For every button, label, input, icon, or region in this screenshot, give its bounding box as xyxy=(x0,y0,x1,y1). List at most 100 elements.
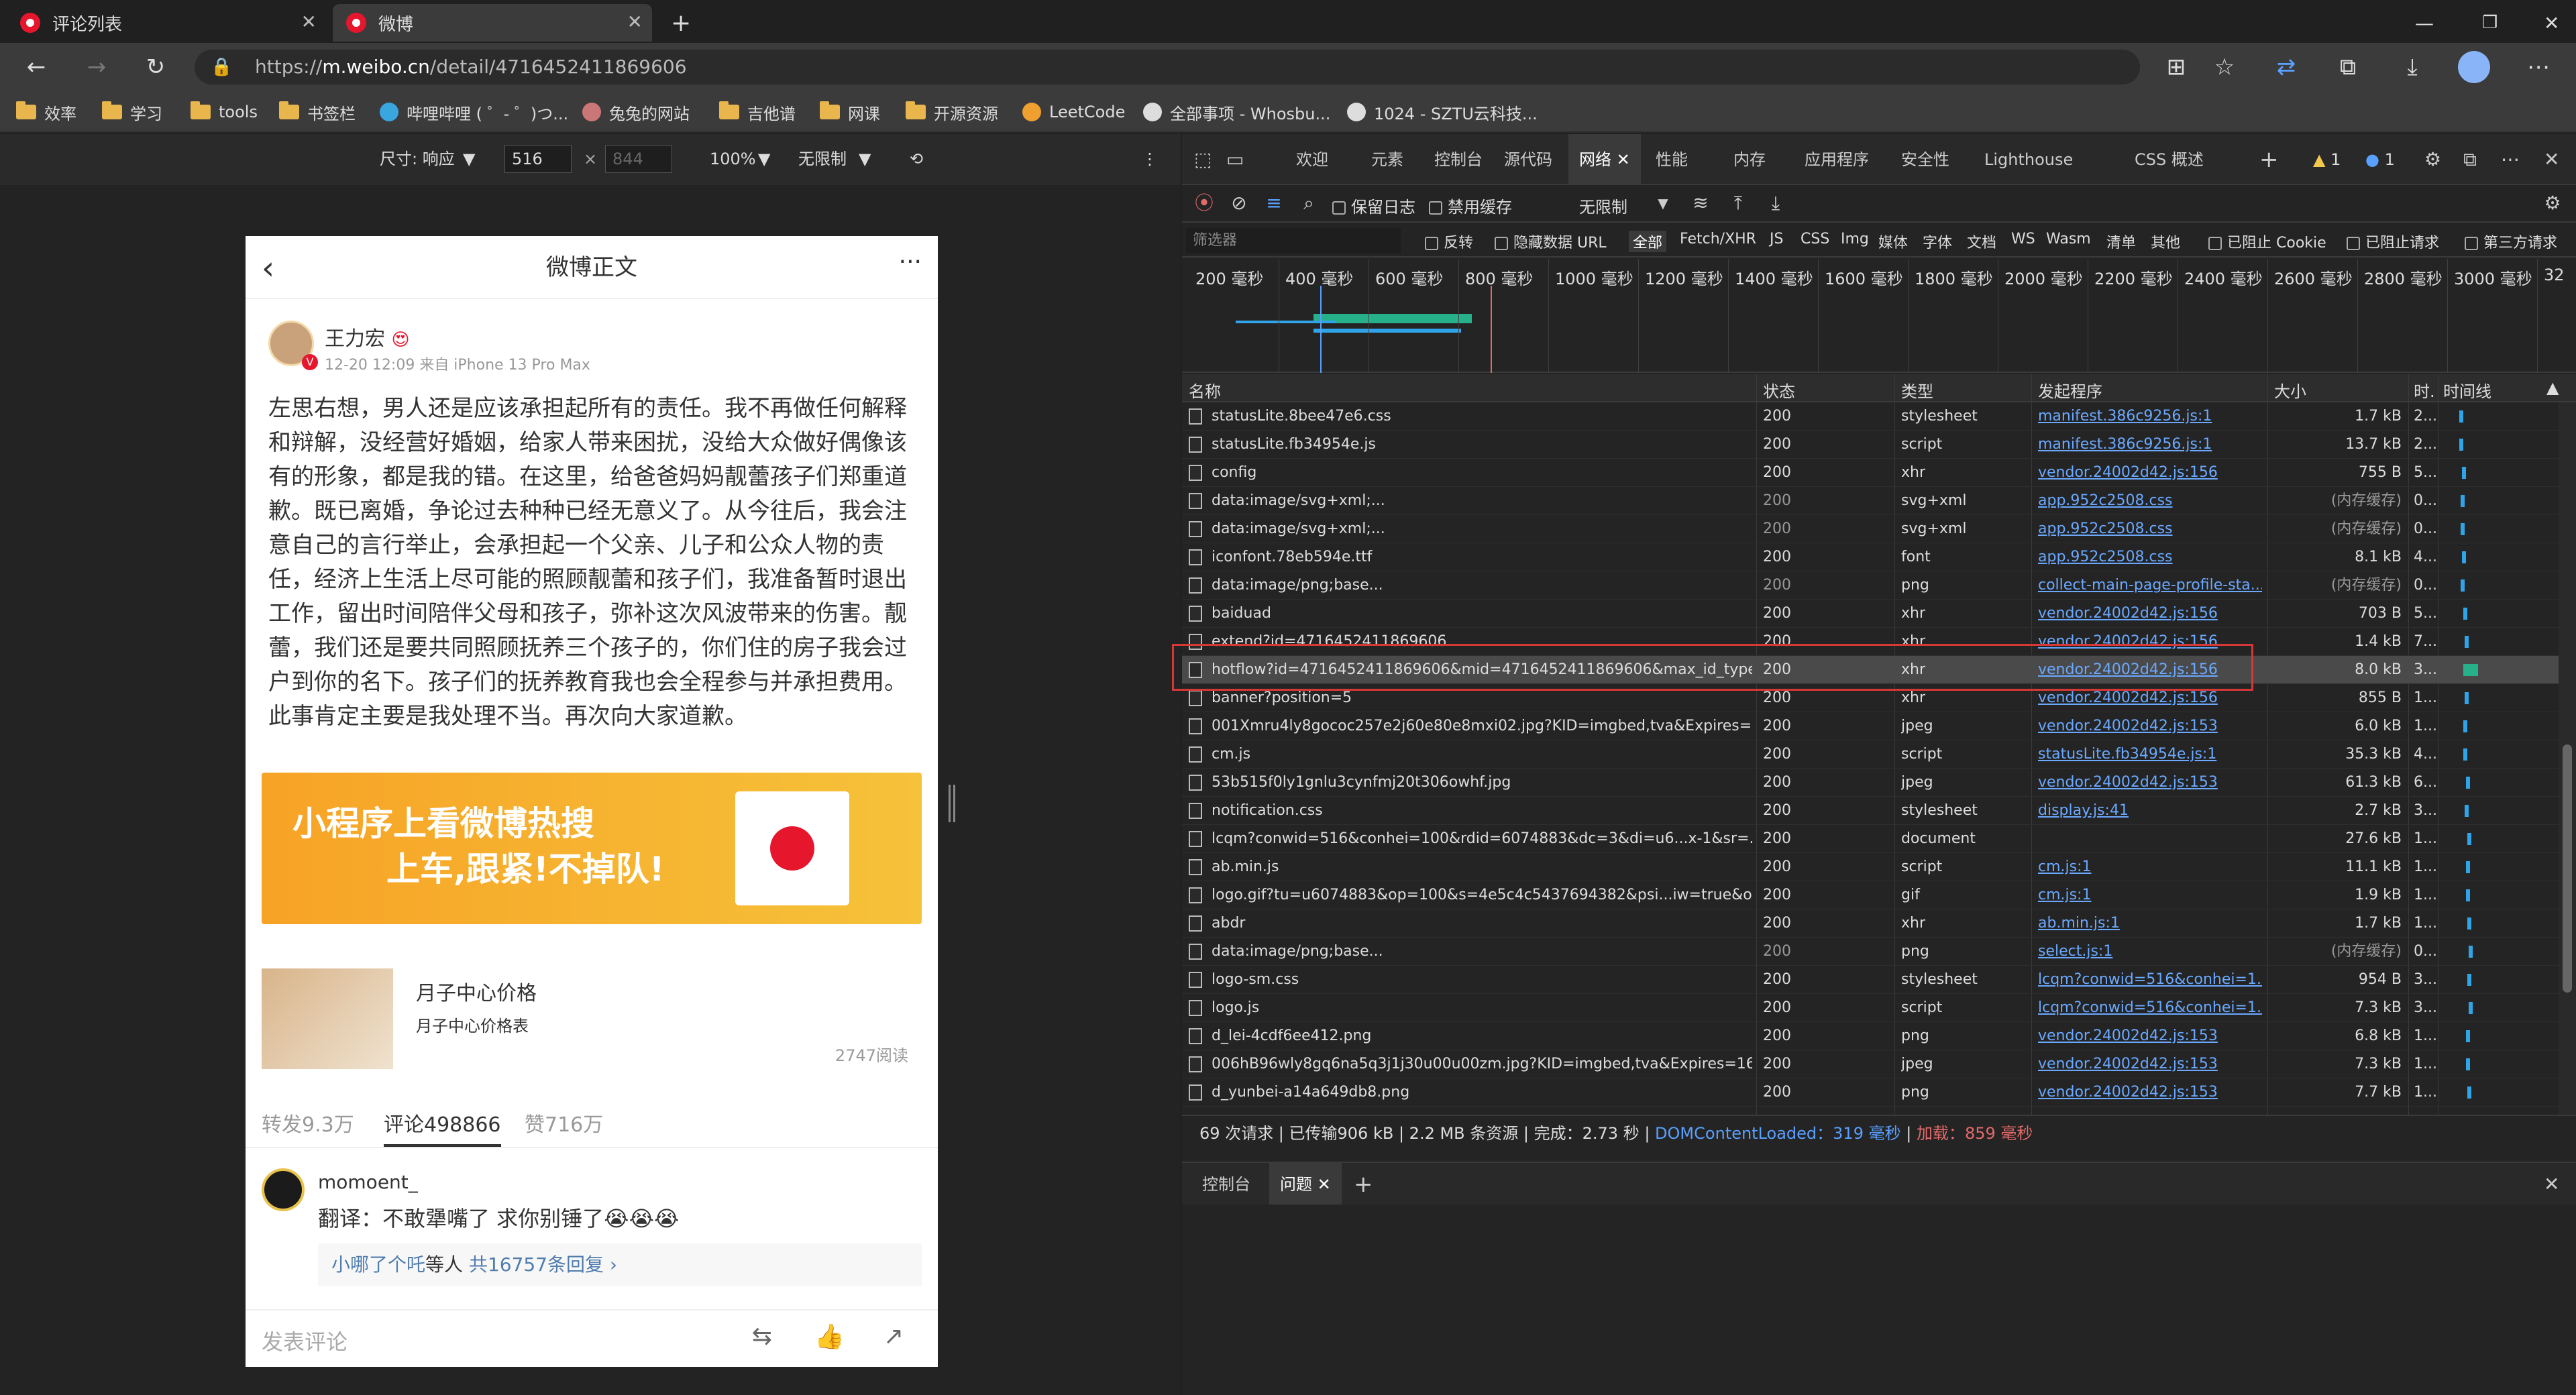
cell-initiator[interactable]: vendor.24002d42.js:156 xyxy=(2038,600,2262,628)
forward-button[interactable]: → xyxy=(80,51,113,83)
sort-up-icon[interactable]: ▲ xyxy=(2546,378,2559,397)
table-row[interactable]: data:image/svg+xml;... 200 svg+xml app.952c… xyxy=(1182,515,2559,543)
filter-js[interactable]: JS xyxy=(1770,231,1783,247)
bookmark-link[interactable]: 全部事项 - Whosbu... xyxy=(1143,97,1330,127)
filter-ws[interactable]: WS xyxy=(2011,231,2035,247)
message-icon[interactable]: ● 1 xyxy=(2365,134,2395,185)
cell-initiator[interactable]: lcqm?conwid=516&conhei=1... xyxy=(2038,994,2262,1022)
col-size[interactable]: 大小 xyxy=(2274,378,2306,402)
tab-elements[interactable]: 元素 xyxy=(1371,134,1403,185)
cell-initiator-text[interactable]: collect-main-page-profile-sta... xyxy=(2038,577,2262,594)
cell-initiator[interactable]: vendor.24002d42.js:153 xyxy=(2038,1078,2262,1107)
cell-initiator-text[interactable]: app.952c2508.css xyxy=(2038,520,2173,537)
device-toggle-icon[interactable]: ▭ xyxy=(1226,134,1244,185)
filter-other[interactable]: 其他 xyxy=(2151,231,2180,252)
filter-doc[interactable]: 文档 xyxy=(1967,231,1996,252)
cell-initiator-text[interactable]: display.js:41 xyxy=(2038,802,2129,819)
close-icon[interactable]: ✕ xyxy=(301,11,317,33)
add-drawer-tab-icon[interactable]: + xyxy=(1354,1163,1373,1206)
tab-console[interactable]: 控制台 xyxy=(1434,134,1483,185)
cell-initiator-text[interactable]: statusLite.fb34954e.js:1 xyxy=(2038,746,2216,763)
tab-comment-list[interactable]: 评论列表 ✕ xyxy=(7,4,326,42)
table-row[interactable]: notification.css 200 stylesheet display.js:… xyxy=(1182,797,2559,825)
table-row[interactable]: data:image/png;base... 200 png collect-main… xyxy=(1182,571,2559,600)
filter-fetch-xhr[interactable]: Fetch/XHR xyxy=(1680,231,1756,247)
cell-initiator[interactable]: statusLite.fb34954e.js:1 xyxy=(2038,740,2262,769)
bookmark-link[interactable]: LeetCode xyxy=(1022,97,1125,127)
repost-icon[interactable]: ⇆ xyxy=(747,1323,777,1352)
col-waterfall[interactable]: 时间线 xyxy=(2443,378,2491,402)
bookmark-folder[interactable]: 书签栏 xyxy=(279,97,356,127)
blocked-cookies-checkbox[interactable]: 已阻止 Cookie xyxy=(2208,231,2326,252)
add-tab-icon[interactable]: + xyxy=(2259,134,2279,185)
bookmark-folder[interactable]: 吉他谱 xyxy=(719,97,796,127)
lock-icon[interactable]: 🔒 xyxy=(211,50,232,85)
cell-initiator[interactable]: ab.min.js:1 xyxy=(2038,909,2262,938)
cell-initiator-text[interactable]: vendor.24002d42.js:153 xyxy=(2038,1084,2218,1101)
tab-security[interactable]: 安全性 xyxy=(1901,134,1949,185)
blocked-requests-checkbox[interactable]: 已阻止请求 xyxy=(2347,231,2439,252)
import-icon[interactable]: ⤒ xyxy=(1727,192,1750,215)
device-size-select[interactable]: 尺寸: 响应 xyxy=(380,145,455,173)
filter-input[interactable]: 筛选器 xyxy=(1186,228,1401,254)
tab-performance[interactable]: 性能 xyxy=(1656,134,1688,185)
more-options-icon[interactable]: ⋮ xyxy=(1142,145,1158,173)
filter-img[interactable]: Img xyxy=(1841,231,1869,247)
restore-button[interactable]: ❐ xyxy=(2469,4,2511,42)
table-row[interactable]: cm.js 200 script statusLite.fb34954e.js:1 35… xyxy=(1182,740,2559,769)
cell-initiator-text[interactable]: vendor.24002d42.js:153 xyxy=(2038,1027,2218,1044)
inspect-icon[interactable]: ⬚ xyxy=(1194,134,1212,185)
cell-initiator[interactable]: app.952c2508.css xyxy=(2038,487,2262,515)
reply-count[interactable]: 共16757条回复 › xyxy=(469,1253,617,1276)
close-window-button[interactable]: ✕ xyxy=(2530,4,2573,42)
tab-memory[interactable]: 内存 xyxy=(1733,134,1766,185)
gear-icon[interactable]: ⚙ xyxy=(2424,134,2441,185)
tab-network[interactable]: 网络 ✕ xyxy=(1568,134,1641,185)
comments-tab[interactable]: 评论498866 xyxy=(384,1108,501,1147)
table-row[interactable]: 001Xmru4ly8gococ257e2j60e80e8mxi02.jpg?K… xyxy=(1182,712,2559,740)
url-input[interactable]: 🔒 https://m.weibo.cn/detail/471645241186… xyxy=(195,50,2140,85)
tab-css-overview[interactable]: CSS 概述 xyxy=(2135,134,2204,185)
filter-css[interactable]: CSS xyxy=(1801,231,1829,247)
timeline-overview[interactable]: 200 毫秒 400 毫秒 600 毫秒 800 毫秒 1000 毫秒 1200 毫秒 14… xyxy=(1182,259,2576,373)
bookmark-link[interactable]: 1024 - SZTU云科技... xyxy=(1347,97,1538,127)
cell-initiator[interactable]: cm.js:1 xyxy=(2038,853,2262,881)
user-name[interactable]: 王力宏 😍 xyxy=(325,322,410,351)
invert-checkbox[interactable]: 反转 xyxy=(1425,231,1473,252)
back-button[interactable]: ← xyxy=(20,51,52,83)
cell-initiator-text[interactable]: vendor.24002d42.js:156 xyxy=(2038,689,2218,706)
back-arrow-icon[interactable]: ‹ xyxy=(262,249,274,287)
tab-sources[interactable]: 源代码 xyxy=(1504,134,1552,185)
dock-icon[interactable]: ⧉ xyxy=(2463,134,2477,185)
col-type[interactable]: 类型 xyxy=(1901,378,1933,402)
reply-user[interactable]: 小哪了个吒 xyxy=(331,1253,425,1276)
cell-initiator-text[interactable]: cm.js:1 xyxy=(2038,858,2092,875)
disable-cache-checkbox[interactable]: 禁用缓存 xyxy=(1429,194,1512,217)
cell-initiator[interactable]: vendor.24002d42.js:156 xyxy=(2038,459,2262,487)
resize-handle[interactable] xyxy=(949,785,955,822)
preserve-log-checkbox[interactable]: 保留日志 xyxy=(1332,194,1415,217)
favorite-star-icon[interactable]: ☆ xyxy=(2208,51,2241,83)
filter-manifest[interactable]: 清单 xyxy=(2106,231,2136,252)
cell-initiator[interactable]: vendor.24002d42.js:153 xyxy=(2038,1050,2262,1078)
hide-data-url-checkbox[interactable]: 隐藏数据 URL xyxy=(1495,231,1607,252)
table-row[interactable]: lcqm?conwid=516&conhei=100&rdid=6074883&… xyxy=(1182,825,2559,853)
table-row[interactable]: statusLite.8bee47e6.css 200 stylesheet mani… xyxy=(1182,402,2559,431)
cell-initiator[interactable]: app.952c2508.css xyxy=(2038,543,2262,571)
wifi-settings-icon[interactable]: ≋ xyxy=(1689,192,1712,215)
reply-summary[interactable]: 小哪了个吒等人 共16757条回复 › xyxy=(318,1243,922,1286)
col-name[interactable]: 名称 xyxy=(1189,378,1221,402)
cell-initiator-text[interactable]: manifest.386c9256.js:1 xyxy=(2038,408,2212,425)
table-row[interactable]: statusLite.fb34954e.js 200 script manifest.… xyxy=(1182,431,2559,459)
cell-initiator[interactable]: collect-main-page-profile-sta... xyxy=(2038,571,2262,600)
drawer-tab-console[interactable]: 控制台 xyxy=(1202,1163,1250,1206)
zoom-select[interactable]: 100% xyxy=(710,145,756,173)
cell-initiator-text[interactable]: lcqm?conwid=516&conhei=1... xyxy=(2038,999,2262,1016)
filter-icon[interactable]: ≡ xyxy=(1263,192,1285,215)
cell-initiator-text[interactable]: app.952c2508.css xyxy=(2038,549,2173,565)
refresh-button[interactable]: ↻ xyxy=(140,51,172,83)
cell-initiator-text[interactable]: cm.js:1 xyxy=(2038,887,2092,903)
cell-initiator[interactable]: select.js:1 xyxy=(2038,938,2262,966)
bookmark-folder[interactable]: 开源资源 xyxy=(906,97,998,127)
third-party-checkbox[interactable]: 第三方请求 xyxy=(2465,231,2557,252)
